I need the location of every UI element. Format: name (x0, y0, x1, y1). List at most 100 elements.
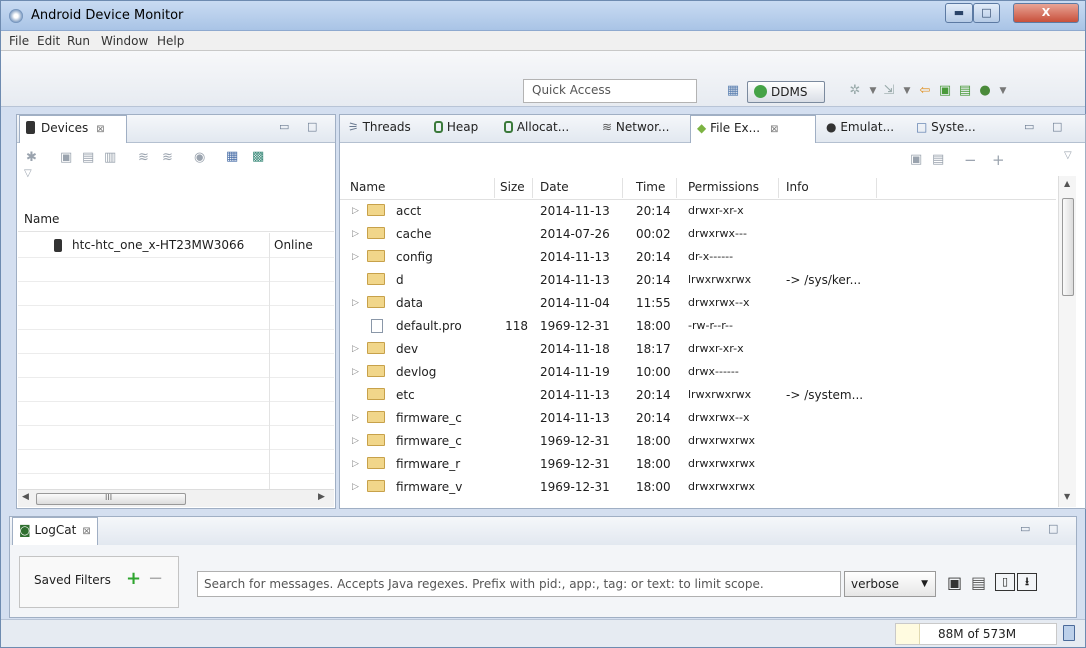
file-row[interactable]: ▷ config 2014-11-13 20:14 dr-x------ (340, 246, 1056, 269)
minimize-view-icon[interactable]: ▭ (279, 120, 289, 133)
update-threads-icon[interactable]: ≋ (138, 150, 149, 165)
column-name[interactable]: Name (350, 180, 385, 194)
stop-process-icon[interactable]: ◉ (194, 150, 205, 165)
expand-arrow-icon[interactable]: ▷ (352, 229, 359, 239)
maximize-view-icon[interactable]: □ (1052, 120, 1062, 133)
file-row[interactable]: ▷ cache 2014-07-26 00:02 drwxrwx--- (340, 223, 1056, 246)
run-icon[interactable]: ⇲ (881, 83, 897, 99)
column-info[interactable]: Info (786, 180, 809, 194)
tab-threads[interactable]: ⚞ Threads (342, 115, 417, 143)
chevron-down-icon[interactable]: ▼ (899, 83, 915, 99)
scroll-right-icon[interactable]: ▶ (318, 492, 325, 502)
file-row[interactable]: ▷ firmware_c 2014-11-13 20:14 drwxrwx--x (340, 407, 1056, 430)
new-folder-icon[interactable]: + (992, 151, 1005, 169)
tab-logcat[interactable]: ◙ LogCat ⊠ (12, 517, 98, 545)
expand-arrow-icon[interactable]: ▷ (352, 413, 359, 423)
clear-log-icon[interactable]: ▤ (971, 573, 986, 592)
close-icon[interactable]: ⊠ (96, 124, 104, 135)
close-icon[interactable]: ⊠ (770, 124, 778, 135)
memory-indicator[interactable]: 88M of 573M (895, 623, 1057, 645)
column-date[interactable]: Date (540, 180, 569, 194)
back-arrow-icon[interactable]: ⇦ (917, 83, 933, 99)
expand-arrow-icon[interactable]: ▷ (352, 367, 359, 377)
minimize-view-icon[interactable]: ▭ (1020, 522, 1030, 535)
debug-process-icon[interactable]: ✱ (26, 150, 37, 165)
scrollbar-thumb[interactable] (1062, 198, 1074, 296)
device-row[interactable]: htc-htc_one_x-HT23MW3066 Online (18, 233, 334, 257)
tab-allocation[interactable]: Allocat... (498, 115, 575, 143)
update-heap-icon[interactable]: ▣ (60, 150, 72, 165)
file-row[interactable]: ▷ firmware_r 1969-12-31 18:00 drwxrwxrwx (340, 453, 1056, 476)
push-file-icon[interactable]: ▤ (932, 152, 944, 167)
column-size[interactable]: Size (500, 180, 525, 194)
ddms-perspective-button[interactable]: DDMS (747, 81, 825, 103)
open-perspective-icon[interactable]: ▦ (725, 83, 741, 99)
tab-system[interactable]: □ Syste... (910, 115, 982, 143)
maximize-view-icon[interactable]: □ (1048, 522, 1058, 535)
tab-emulator[interactable]: ● Emulat... (820, 115, 900, 143)
scroll-up-icon[interactable]: ▲ (1064, 179, 1070, 188)
file-row[interactable]: ▷ acct 2014-11-13 20:14 drwxr-xr-x (340, 200, 1056, 223)
file-row[interactable]: ▷ dev 2014-11-18 18:17 drwxr-xr-x (340, 338, 1056, 361)
avd-manager-icon[interactable]: ▤ (957, 83, 973, 99)
sdk-manager-icon[interactable]: ▣ (937, 83, 953, 99)
menu-window[interactable]: Window (101, 34, 148, 48)
scroll-down-icon[interactable]: ▼ (1064, 492, 1070, 501)
file-row[interactable]: d 2014-11-13 20:14 lrwxrwxrwx -> /sys/ker... (340, 269, 1056, 292)
column-time[interactable]: Time (636, 180, 665, 194)
expand-arrow-icon[interactable]: ▷ (352, 459, 359, 469)
screen-capture-icon[interactable]: ▦ (226, 149, 238, 164)
chevron-down-icon[interactable]: ▼ (865, 83, 881, 99)
tab-heap[interactable]: Heap (428, 115, 484, 143)
toggle-filters-icon[interactable]: ▯ (995, 573, 1015, 591)
file-row[interactable]: etc 2014-11-13 20:14 lrwxrwxrwx -> /system..… (340, 384, 1056, 407)
column-permissions[interactable]: Permissions (688, 180, 759, 194)
debug-icon[interactable]: ✲ (847, 83, 863, 99)
tab-network[interactable]: ≋ Networ... (596, 115, 675, 143)
file-row[interactable]: ▷ firmware_v 1969-12-31 18:00 drwxrwxrwx (340, 476, 1056, 499)
view-menu-icon[interactable]: ▽ (24, 168, 32, 179)
expand-arrow-icon[interactable]: ▷ (352, 436, 359, 446)
menu-run[interactable]: Run (67, 34, 90, 48)
expand-arrow-icon[interactable]: ▷ (352, 206, 359, 216)
scroll-left-icon[interactable]: ◀ (22, 492, 29, 502)
pull-file-icon[interactable]: ▣ (910, 152, 922, 167)
menu-help[interactable]: Help (157, 34, 184, 48)
quick-access-field[interactable]: Quick Access (523, 79, 697, 103)
logcat-search-input[interactable]: Search for messages. Accepts Java regexe… (197, 571, 841, 597)
tab-devices[interactable]: Devices ⊠ (19, 115, 127, 143)
file-row[interactable]: default.pro 118 1969-12-31 18:00 -rw-r--r-- (340, 315, 1056, 338)
close-button[interactable]: X (1013, 3, 1079, 23)
add-filter-icon[interactable]: + (126, 568, 141, 589)
devices-horizontal-scrollbar[interactable]: ◀ III ▶ (18, 489, 334, 507)
column-name[interactable]: Name (24, 212, 59, 226)
expand-arrow-icon[interactable]: ▷ (352, 298, 359, 308)
expand-arrow-icon[interactable]: ▷ (352, 252, 359, 262)
dump-view-hierarchy-icon[interactable]: ▩ (252, 149, 264, 164)
expand-arrow-icon[interactable]: ▷ (352, 482, 359, 492)
view-menu-icon[interactable]: ▽ (1064, 150, 1072, 161)
scroll-lock-icon[interactable]: ⭳ (1017, 573, 1037, 591)
expand-arrow-icon[interactable]: ▷ (352, 344, 359, 354)
chevron-down-icon[interactable]: ▼ (995, 83, 1011, 99)
dump-hprof-icon[interactable]: ▤ (82, 150, 94, 165)
file-row[interactable]: ▷ firmware_c 1969-12-31 18:00 drwxrwxrwx (340, 430, 1056, 453)
menu-file[interactable]: File (9, 34, 29, 48)
file-row[interactable]: ▷ data 2014-11-04 11:55 drwxrwx--x (340, 292, 1056, 315)
maximize-view-icon[interactable]: □ (307, 120, 317, 133)
close-icon[interactable]: ⊠ (82, 526, 90, 537)
maximize-button[interactable]: □ (973, 3, 1000, 23)
start-method-profiling-icon[interactable]: ≋ (162, 150, 173, 165)
file-row[interactable]: ▷ devlog 2014-11-19 10:00 drwx------ (340, 361, 1056, 384)
scrollbar-thumb[interactable]: III (36, 493, 186, 505)
trash-icon[interactable] (1063, 625, 1075, 641)
log-level-select[interactable]: verbose ▼ (844, 571, 936, 597)
tab-file-explorer[interactable]: ◆ File Ex... ⊠ (690, 115, 816, 143)
minimize-button[interactable]: ▬ (945, 3, 973, 23)
delete-icon[interactable]: − (964, 151, 977, 169)
title-bar[interactable]: Android Device Monitor ▬ □ X (1, 1, 1085, 31)
cause-gc-icon[interactable]: ▥ (104, 150, 116, 165)
minimize-view-icon[interactable]: ▭ (1024, 120, 1034, 133)
search-icon[interactable]: ● (977, 83, 993, 99)
remove-filter-icon[interactable]: − (148, 568, 163, 589)
